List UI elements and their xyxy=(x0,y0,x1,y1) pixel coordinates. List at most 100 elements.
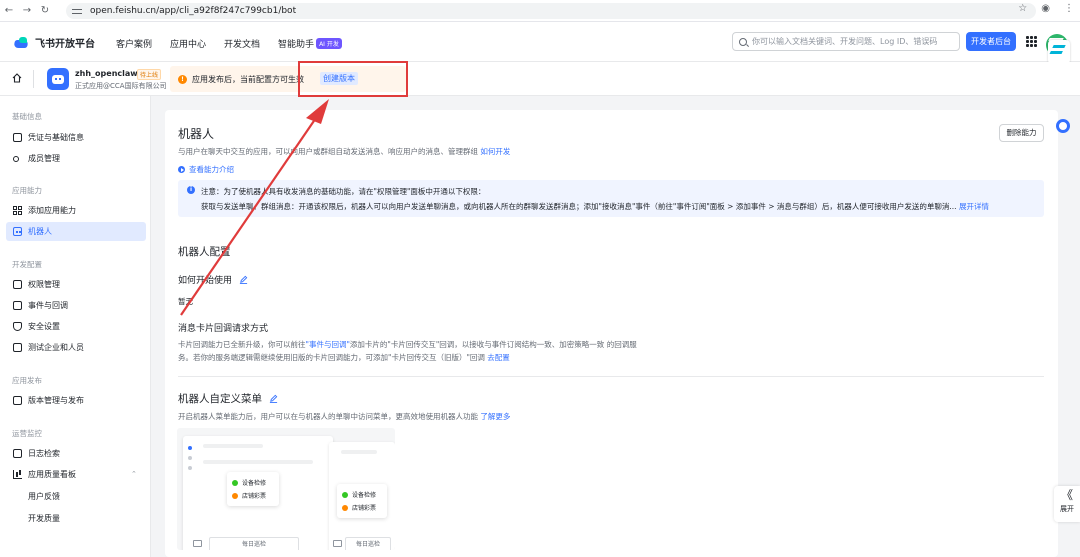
card-callback-description: 卡片回调能力已全新升级，你可以前往"事件与回调"添加卡片的"卡片回传交互"回调，… xyxy=(178,338,638,364)
notice-line-1: 注意：为了使机器人具有收发消息的基础功能，请在"权限管理"面板中开通以下权限： xyxy=(201,187,486,196)
sidebar-item-add-capability[interactable]: 添加应用能力 xyxy=(6,201,146,220)
preview-menu-item: 店铺彩票 xyxy=(232,489,274,502)
sidebar-section-title: 应用发布 xyxy=(12,376,42,385)
bot-description-text: 与用户在聊天中交互的应用，可以向用户或群组自动发送消息、响应用户的消息、管理群组 xyxy=(178,147,478,156)
card-callback-text-a: 卡片回调能力已全新升级，你可以前往 xyxy=(178,340,306,349)
double-chevron-left-icon: 《 xyxy=(1060,488,1073,502)
preview-input: 每日巡检 xyxy=(209,537,299,550)
sidebar-item-label: 事件与回调 xyxy=(28,301,68,310)
shop-icon xyxy=(342,504,348,511)
wrench-icon xyxy=(232,479,238,486)
info-icon: i xyxy=(187,186,195,194)
camera-icon xyxy=(193,540,202,547)
feishu-logo-icon xyxy=(14,36,30,49)
sidebar-item-events[interactable]: 事件与回调 xyxy=(6,296,146,315)
id-card-icon xyxy=(13,133,22,142)
preview-sidebar xyxy=(188,446,192,470)
top-nav: 客户案例 应用中心 开发文档 智能助手 AI 开发 xyxy=(116,37,342,50)
expand-panel-button[interactable]: 《 展开 xyxy=(1054,486,1080,522)
nav-dev-docs[interactable]: 开发文档 xyxy=(224,37,260,50)
sidebar-item-bot[interactable]: 机器人 xyxy=(6,222,146,241)
preview-mobile-window: 设备检修 店铺彩票 每日巡检 xyxy=(329,442,395,550)
preview-menu-item: 设备检修 xyxy=(342,488,382,501)
home-icon[interactable] xyxy=(12,73,22,83)
bot-icon xyxy=(13,227,22,236)
sidebar-item-label: 添加应用能力 xyxy=(28,206,76,215)
bot-config-title: 机器人配置 xyxy=(178,246,231,258)
shop-icon xyxy=(232,492,238,499)
search-icon xyxy=(739,37,747,46)
preview-menu-item-label: 设备检修 xyxy=(242,480,267,487)
floating-extension-icon[interactable] xyxy=(1048,40,1070,64)
go-config-link[interactable]: 去配置 xyxy=(487,353,510,362)
add-capability-icon xyxy=(13,206,22,215)
sidebar-item-security[interactable]: 安全设置 xyxy=(6,317,146,336)
dev-console-button[interactable]: 开发者后台 xyxy=(966,32,1016,51)
search-input[interactable]: 你可以输入文档关键词、开发问题、Log ID、错误码 xyxy=(732,32,960,51)
camera-icon xyxy=(333,540,342,547)
edit-icon[interactable] xyxy=(239,275,248,284)
brand-logo[interactable]: 飞书开放平台 xyxy=(14,35,95,50)
preview-menu-popup: 设备检修 店铺彩票 xyxy=(227,472,279,506)
user-icon xyxy=(13,155,19,162)
notice-line-2: 获取与发送单聊、群组消息：开通该权限后，机器人可以向用户发送单聊消息，或向机器人… xyxy=(201,201,989,212)
sidebar-subitem-dev-quality[interactable]: 开发质量 xyxy=(28,513,60,524)
expand-label: 展开 xyxy=(1060,505,1074,513)
sidebar-item-label: 版本管理与发布 xyxy=(28,396,84,405)
sidebar-item-label: 凭证与基础信息 xyxy=(28,133,84,142)
sidebar-item-logs[interactable]: 日志检索 xyxy=(6,444,146,463)
play-icon xyxy=(178,166,185,173)
warning-icon: ! xyxy=(178,74,187,84)
nav-assistant-label: 智能助手 xyxy=(278,40,315,50)
app-bar: zhh_openclawbot 待上线 正式应用@CCA国际有限公司 ! 应用发… xyxy=(0,62,1080,96)
nav-app-center[interactable]: 应用中心 xyxy=(170,37,206,50)
browser-menu-icon[interactable]: ⋮ xyxy=(1064,3,1074,14)
custom-menu-description-text: 开启机器人菜单能力后，用户可以在与机器人的单聊中访问菜单，更高效地使用机器人功能 xyxy=(178,412,478,421)
nav-assistant[interactable]: 智能助手 AI 开发 xyxy=(278,37,342,50)
notice-line-2-text: 获取与发送单聊、群组消息：开通该权限后，机器人可以向用户发送单聊消息，或向机器人… xyxy=(201,202,957,211)
how-to-develop-link[interactable]: 如何开发 xyxy=(480,147,510,156)
sidebar-section-title: 基础信息 xyxy=(12,112,42,121)
apps-grid-icon[interactable] xyxy=(1026,36,1037,47)
bot-capability-card: 机器人 删除能力 与用户在聊天中交互的应用，可以向用户或群组自动发送消息、响应用… xyxy=(165,110,1058,557)
preview-placeholder-bar xyxy=(203,460,313,464)
profile-icon[interactable]: ◉ xyxy=(1041,3,1050,14)
sidebar-item-label: 日志检索 xyxy=(28,449,60,458)
preview-placeholder-bar xyxy=(203,444,263,448)
sidebar-item-test-tenants[interactable]: 测试企业和人员 xyxy=(6,338,146,357)
learn-more-link[interactable]: 了解更多 xyxy=(480,412,510,421)
preview-menu-item: 店铺彩票 xyxy=(342,501,382,514)
forward-icon[interactable]: → xyxy=(18,5,36,16)
sidebar-section-title: 开发配置 xyxy=(12,260,42,269)
shield-icon xyxy=(13,322,22,331)
sidebar-section-title: 运营监控 xyxy=(12,429,42,438)
sidebar-item-versions[interactable]: 版本管理与发布 xyxy=(6,391,146,410)
sidebar-subitem-feedback[interactable]: 用户反馈 xyxy=(28,491,60,502)
site-settings-icon[interactable] xyxy=(72,7,82,15)
sidebar-item-label: 权限管理 xyxy=(28,280,60,289)
preview-menu-item-label: 店铺彩票 xyxy=(242,493,267,500)
how-to-start-text: 如何开始使用 xyxy=(178,276,233,286)
site-header: 飞书开放平台 客户案例 应用中心 开发文档 智能助手 AI 开发 你可以输入文档关… xyxy=(0,22,1080,64)
sidebar-item-permissions[interactable]: 权限管理 xyxy=(6,275,146,294)
expand-detail-link[interactable]: 展开详情 xyxy=(959,202,989,211)
edit-icon[interactable] xyxy=(269,394,278,403)
reload-icon[interactable]: ↻ xyxy=(36,5,54,16)
annotation-highlight-box xyxy=(298,61,408,97)
sidebar-item-credentials[interactable]: 凭证与基础信息 xyxy=(6,128,146,147)
bookmark-star-icon[interactable]: ☆ xyxy=(1018,3,1027,14)
capability-intro-link[interactable]: 查看能力介绍 xyxy=(178,164,234,175)
menu-preview-illustration: 设备检修 店铺彩票 每日巡检 设备检修 店铺彩票 每日巡检 xyxy=(177,428,395,550)
remove-capability-button[interactable]: 删除能力 xyxy=(999,124,1044,142)
back-icon[interactable]: ← xyxy=(0,5,18,16)
preview-menu-item: 设备检修 xyxy=(232,476,274,489)
chevron-up-icon[interactable]: ⌃ xyxy=(131,470,137,478)
sidebar-item-quality[interactable]: 应用质量看板 xyxy=(6,465,146,484)
events-callbacks-link[interactable]: "事件与回调" xyxy=(306,340,350,349)
assistant-float-icon[interactable] xyxy=(1056,119,1070,133)
nav-customer-cases[interactable]: 客户案例 xyxy=(116,37,152,50)
sidebar-item-label: 成员管理 xyxy=(28,154,60,163)
sidebar-item-members[interactable]: 成员管理 xyxy=(6,149,146,168)
wrench-icon xyxy=(342,491,348,498)
address-bar[interactable]: open.feishu.cn/app/cli_a92f8f247c799cb1/… xyxy=(66,3,1036,19)
